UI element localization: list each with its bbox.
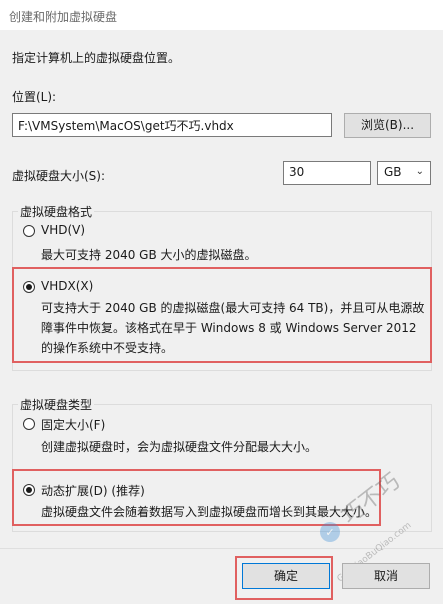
vhdx-description-line-1: 可支持大于 2040 GB 的虚拟磁盘(最大可支持 64 TB)，并且可从电源故 (41, 301, 425, 315)
intro-text: 指定计算机上的虚拟硬盘位置。 (12, 51, 181, 65)
size-label: 虚拟硬盘大小(S): (12, 169, 106, 183)
fixed-size-description: 创建虚拟硬盘时，会为虚拟硬盘文件分配最大大小。 (41, 440, 318, 454)
watermark-text-main: 巧不巧 (337, 470, 404, 530)
vhd-radio[interactable] (23, 225, 35, 237)
vhdx-description-line-2: 障事件中恢复。该格式在早于 Windows 8 或 Windows Server… (41, 321, 417, 335)
format-legend: 虚拟硬盘格式 (18, 203, 95, 220)
dynamic-label[interactable]: 动态扩展(D) (推荐) (41, 482, 145, 499)
title-bar: 创建和附加虚拟硬盘 (0, 0, 443, 30)
fixed-size-radio[interactable] (23, 418, 35, 430)
vhdx-description-line-3: 的操作系统中不受支持。 (41, 341, 174, 355)
location-input[interactable]: F:\VMSystem\MacOS\get巧不巧.vhdx (12, 113, 332, 137)
chevron-down-icon: ⌄ (415, 166, 424, 177)
vhdx-label[interactable]: VHDX(X) (41, 279, 93, 293)
vhdx-radio[interactable] (23, 281, 35, 293)
vhd-label[interactable]: VHD(V) (41, 223, 85, 237)
fixed-size-label[interactable]: 固定大小(F) (41, 416, 105, 433)
vhd-description: 最大可支持 2040 GB 大小的虚拟磁盘。 (41, 248, 257, 262)
window-title: 创建和附加虚拟硬盘 (9, 10, 118, 24)
size-unit-value: GB (384, 165, 402, 179)
location-label: 位置(L): (12, 90, 57, 104)
size-input[interactable]: 30 (283, 161, 371, 185)
size-unit-select[interactable]: GB ⌄ (377, 161, 431, 185)
cancel-button[interactable]: 取消 (342, 563, 430, 589)
type-legend: 虚拟硬盘类型 (18, 396, 95, 413)
browse-button[interactable]: 浏览(B)... (344, 113, 431, 138)
dynamic-radio[interactable] (23, 484, 35, 496)
ok-button[interactable]: 确定 (242, 563, 330, 589)
svg-text:✓: ✓ (325, 526, 334, 539)
